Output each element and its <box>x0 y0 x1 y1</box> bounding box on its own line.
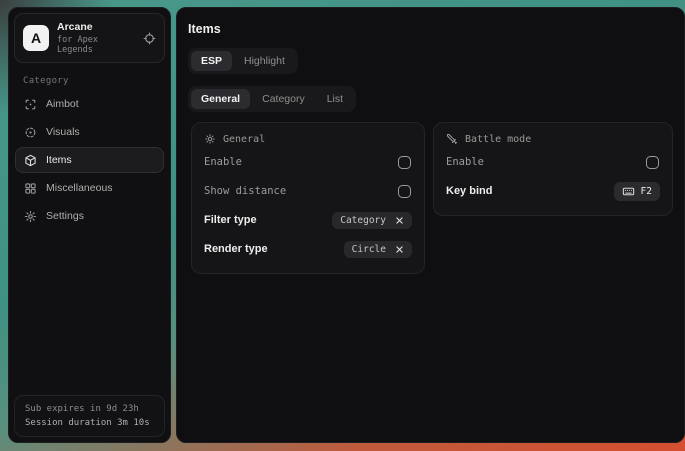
profile-card: A Arcane for Apex Legends <box>14 13 165 63</box>
visuals-focus-icon <box>24 126 37 139</box>
tab-general[interactable]: General <box>191 89 250 109</box>
profile-text: Arcane for Apex Legends <box>57 21 135 55</box>
render-type-select[interactable]: Circle <box>344 241 412 258</box>
app-logo: A <box>23 25 49 51</box>
setting-label: Show distance <box>204 185 286 197</box>
sidebar-item-label: Aimbot <box>46 98 79 110</box>
general-card-title: General <box>223 134 265 145</box>
misc-grid-icon <box>24 182 37 195</box>
key-bind-value: F2 <box>641 186 652 197</box>
close-icon[interactable] <box>395 245 404 254</box>
setting-label: Enable <box>446 156 484 168</box>
keyboard-icon <box>622 185 635 198</box>
session-duration-text: Session duration 3m 10s <box>25 418 154 428</box>
sidebar-item-label: Miscellaneous <box>46 182 113 194</box>
gear-icon <box>24 210 37 223</box>
sidebar-item-visuals[interactable]: Visuals <box>15 119 164 145</box>
sidebar: A Arcane for Apex Legends Category Aimbo… <box>8 7 171 443</box>
subscription-info-card: Sub expires in 9d 23h Session duration 3… <box>14 395 165 437</box>
show-distance-checkbox[interactable] <box>398 185 411 198</box>
sword-icon <box>446 133 458 145</box>
enable-checkbox[interactable] <box>398 156 411 169</box>
setting-row-key-bind: Key bind F2 <box>446 179 660 203</box>
sub-expires-text: Sub expires in 9d 23h <box>25 404 154 414</box>
view-tab-group: General Category List <box>188 86 356 112</box>
app-subtitle: for Apex Legends <box>57 35 135 55</box>
mode-tab-group: ESP Highlight <box>188 48 298 74</box>
filter-type-value: Category <box>340 215 386 226</box>
tab-category[interactable]: Category <box>252 89 315 109</box>
tab-highlight[interactable]: Highlight <box>234 51 295 71</box>
setting-label: Filter type <box>204 214 257 226</box>
sidebar-item-label: Visuals <box>46 126 80 138</box>
render-type-value: Circle <box>352 244 386 255</box>
tab-list[interactable]: List <box>317 89 353 109</box>
page-title: Items <box>188 22 673 36</box>
main-panel: Items ESP Highlight General Category Lis… <box>176 7 685 443</box>
general-settings-card: General Enable Show distance Filter type… <box>191 122 425 274</box>
close-icon[interactable] <box>395 216 404 225</box>
setting-row-show-distance: Show distance <box>204 179 412 203</box>
battle-mode-card: Battle mode Enable Key bind F2 <box>433 122 673 216</box>
setting-row-enable: Enable <box>204 150 412 174</box>
app-window: A Arcane for Apex Legends Category Aimbo… <box>8 7 678 443</box>
sidebar-item-label: Items <box>46 154 72 166</box>
setting-label: Render type <box>204 243 268 255</box>
key-bind-button[interactable]: F2 <box>614 182 660 201</box>
battle-enable-checkbox[interactable] <box>646 156 659 169</box>
setting-row-filter-type: Filter type Category <box>204 208 412 232</box>
setting-row-render-type: Render type Circle <box>204 237 412 261</box>
tab-esp[interactable]: ESP <box>191 51 232 71</box>
setting-label: Key bind <box>446 185 492 197</box>
battle-mode-card-title: Battle mode <box>465 134 531 145</box>
crosshair-icon[interactable] <box>143 32 156 45</box>
sidebar-item-settings[interactable]: Settings <box>15 203 164 229</box>
sidebar-item-label: Settings <box>46 210 84 222</box>
sidebar-item-miscellaneous[interactable]: Miscellaneous <box>15 175 164 201</box>
sidebar-item-items[interactable]: Items <box>15 147 164 173</box>
filter-type-select[interactable]: Category <box>332 212 412 229</box>
items-package-icon <box>24 154 37 167</box>
general-card-header: General <box>204 133 412 145</box>
setting-row-battle-enable: Enable <box>446 150 660 174</box>
sun-icon <box>204 133 216 145</box>
sidebar-item-aimbot[interactable]: Aimbot <box>15 91 164 117</box>
app-name: Arcane <box>57 21 135 33</box>
battle-mode-card-header: Battle mode <box>446 133 660 145</box>
sidebar-section-label: Category <box>23 76 165 86</box>
setting-label: Enable <box>204 156 242 168</box>
aimbot-crosshair-icon <box>24 98 37 111</box>
